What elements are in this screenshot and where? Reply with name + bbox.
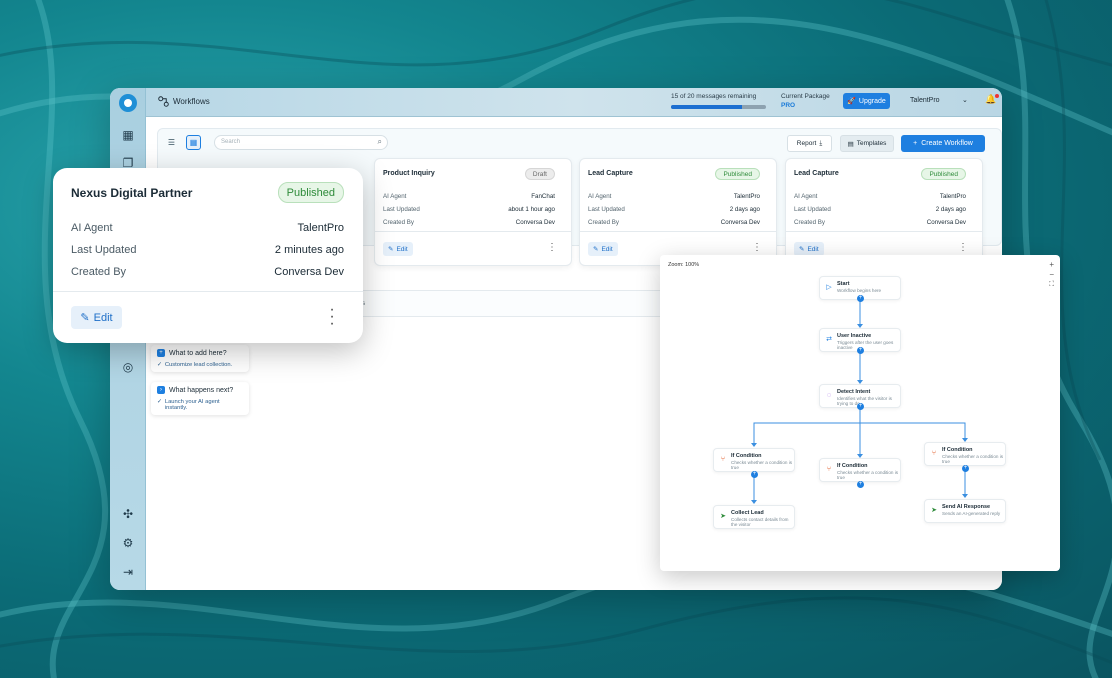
search-icon: ⌕ <box>377 137 382 146</box>
integrations-icon[interactable]: ✣ <box>119 505 137 523</box>
more-options-icon[interactable]: ⋮ <box>547 243 557 253</box>
card-title: Lead Capture <box>794 170 839 177</box>
gear-icon[interactable]: ⚙ <box>119 534 137 552</box>
grid-view-icon[interactable]: ▦ <box>186 135 201 150</box>
target-icon[interactable]: ◎ <box>119 358 137 376</box>
add-step-icon[interactable]: + <box>962 465 969 472</box>
edit-button[interactable]: ✎ Edit <box>794 242 824 256</box>
dashboard-icon[interactable]: ▦ <box>119 126 137 144</box>
arrow-icon: › <box>157 386 165 394</box>
status-badge: Published <box>715 168 760 180</box>
edit-icon: ✎ <box>80 312 90 324</box>
add-step-icon[interactable]: + <box>857 481 864 488</box>
plus-icon: + <box>157 349 165 357</box>
edit-icon: ✎ <box>388 246 394 253</box>
rocket-icon: 🚀 <box>847 98 856 105</box>
card-title: Nexus Digital Partner <box>71 186 193 200</box>
workflow-card[interactable]: Lead Capture Published AI Agent TalentPro… <box>579 158 777 266</box>
download-icon: ⤓ <box>819 139 823 147</box>
edit-button[interactable]: ✎ Edit <box>588 242 618 256</box>
target-icon: ◌ <box>826 392 832 399</box>
logout-icon[interactable]: ⇥ <box>119 563 137 581</box>
workflow-node-if-condition[interactable]: ⑂ If Condition Checks whether a condition… <box>819 458 901 482</box>
status-badge: Draft <box>524 168 555 180</box>
card-title: Product Inquiry <box>383 170 435 177</box>
card-title: Lead Capture <box>588 170 633 177</box>
plus-icon: + <box>913 140 918 147</box>
add-step-icon[interactable]: + <box>857 347 864 354</box>
edit-button[interactable]: ✎ Edit <box>71 306 122 329</box>
report-button[interactable]: Report ⤓ <box>787 135 832 152</box>
upgrade-button[interactable]: 🚀 Upgrade <box>843 93 890 109</box>
account-name[interactable]: TalentPro <box>910 97 940 104</box>
edit-icon: ✎ <box>799 246 805 253</box>
status-badge: Published <box>277 182 344 203</box>
search-input[interactable]: Search ⌕ <box>214 135 388 150</box>
send-icon: ➤ <box>720 513 726 520</box>
branch-icon: ⑂ <box>826 466 832 473</box>
featured-workflow-card[interactable]: Nexus Digital Partner Published AI Agent… <box>53 168 363 343</box>
chevron-down-icon[interactable]: ⌄ <box>962 96 968 104</box>
tip-card: › What happens next? ✓ Launch your AI agen… <box>151 382 249 415</box>
check-icon: ✓ <box>157 362 162 368</box>
page-title: Workflows <box>173 97 210 106</box>
add-step-icon[interactable]: + <box>857 403 864 410</box>
app-logo[interactable] <box>119 94 137 112</box>
templates-button[interactable]: ▤ Templates <box>840 135 894 152</box>
send-icon: ➤ <box>931 507 937 514</box>
more-options-icon[interactable]: ⋮ <box>958 243 968 253</box>
package-label: Current Package <box>781 93 830 100</box>
workflow-node-if-condition[interactable]: ⑂ If Condition Checks whether a condition… <box>924 442 1006 466</box>
branch-icon: ⑂ <box>720 456 726 463</box>
workflow-node-collect-lead[interactable]: ➤ Collect Lead Collects contact details f… <box>713 505 795 529</box>
check-icon: ✓ <box>157 399 162 405</box>
notification-dot <box>995 94 999 98</box>
workflow-card[interactable]: Product Inquiry Draft AI Agent FanChat La… <box>374 158 572 266</box>
workflow-node-send-ai-response[interactable]: ➤ Send AI Response Sends an AI-generated … <box>924 499 1006 523</box>
edit-button[interactable]: ✎ Edit <box>383 242 413 256</box>
more-options-icon[interactable]: ⋮ <box>752 243 762 253</box>
branch-icon: ⑂ <box>931 450 937 457</box>
create-workflow-button[interactable]: + Create Workflow <box>901 135 985 152</box>
workflow-card[interactable]: Lead Capture Published AI Agent TalentPro… <box>785 158 983 266</box>
tip-card: + What to add here? ✓ Customize lead colle… <box>151 345 249 372</box>
top-bar: Workflows 15 of 20 messages remaining Cu… <box>146 88 1002 117</box>
edit-icon: ✎ <box>593 246 599 253</box>
list-view-icon[interactable]: ☰ <box>164 135 179 150</box>
add-step-icon[interactable]: + <box>857 295 864 302</box>
package-value: PRO <box>781 102 796 109</box>
workflow-icon <box>158 96 169 107</box>
messages-progress-bar <box>671 105 766 109</box>
add-step-icon[interactable]: + <box>751 471 758 478</box>
more-options-icon[interactable]: · · · <box>329 302 335 332</box>
workflow-canvas[interactable]: Zoom: 100% + − ⛶ ▷ Start Workflow begins … <box>660 255 1060 571</box>
play-icon: ▷ <box>826 284 832 291</box>
templates-icon: ▤ <box>847 140 854 148</box>
status-badge: Published <box>921 168 966 180</box>
workflow-node-if-condition[interactable]: ⑂ If Condition Checks whether a condition… <box>713 448 795 472</box>
messages-remaining: 15 of 20 messages remaining <box>671 93 757 100</box>
sync-icon: ⇄ <box>826 336 832 343</box>
